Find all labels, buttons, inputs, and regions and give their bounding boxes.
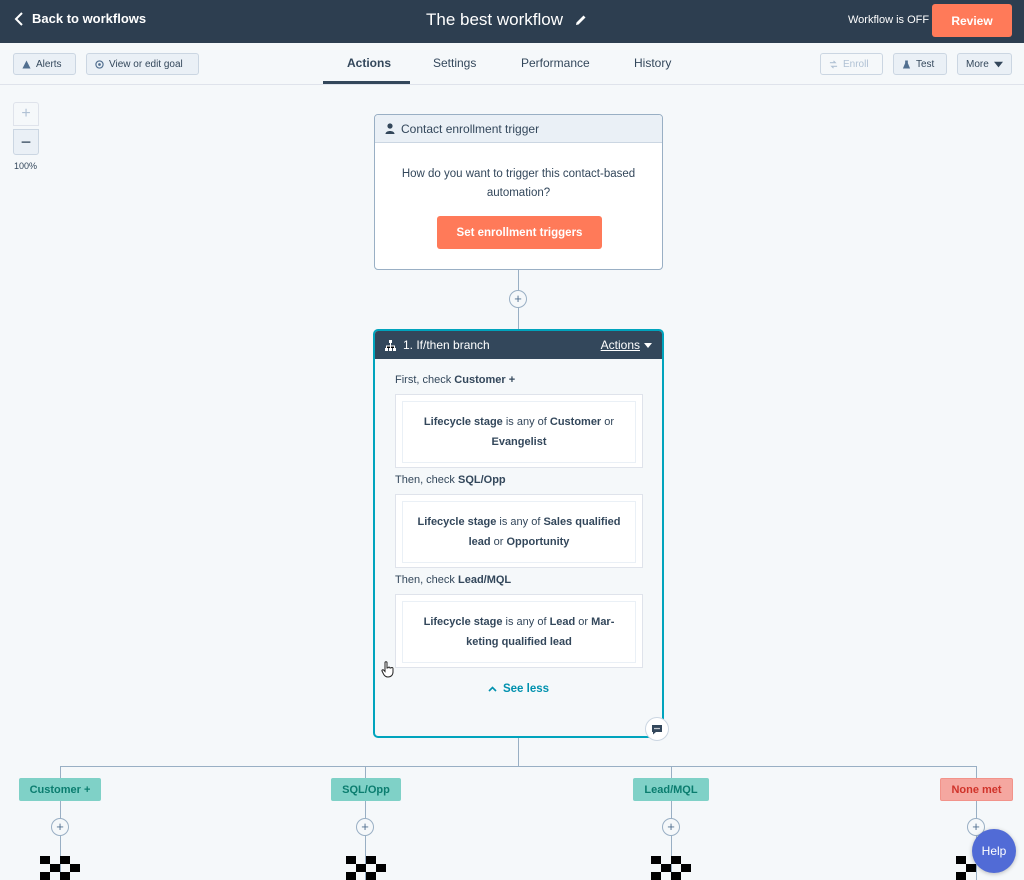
toolbar: Alerts View or edit goal Actions Setting… [0,43,1024,85]
caret-down-icon [644,342,652,348]
workflow-title: The best workflow [426,10,563,29]
condition-value: Evangelist [491,436,547,448]
test-button[interactable]: Test [893,53,947,75]
target-icon [95,59,104,69]
condition-join: or [490,536,507,548]
check-branch-name: Customer + [454,374,516,386]
goal-label: View or edit goal [109,58,183,70]
tab-history[interactable]: History [634,56,671,70]
active-tab-indicator [323,81,410,84]
warning-icon [22,59,31,69]
enroll-label: Enroll [843,58,869,70]
branch-card-header: 1. If/then branch Actions [375,331,662,359]
see-less-label: See less [502,683,550,695]
branch-title: 1. If/then branch [403,338,490,352]
branch-actions-label: Actions [600,338,640,352]
back-to-workflows-link[interactable]: Back to workflows [14,11,146,26]
condition-property: Lifecycle stage [417,516,497,528]
workflow-status-text: Workflow is OFF [848,14,930,26]
branch-check-label: First, check Customer + [395,374,642,386]
condition-value: Customer [549,416,602,428]
pencil-edit-icon[interactable] [575,14,587,26]
tab-actions[interactable]: Actions [347,56,391,70]
add-action-button[interactable]: + [509,290,527,308]
caret-down-icon [993,61,1003,67]
check-branch-name: SQL/Opp [457,474,506,486]
more-dropdown[interactable]: More [957,53,1012,75]
condition-operator: is any of [502,416,550,428]
end-flag-icon [651,856,691,880]
condition-value: Lead [549,616,576,628]
branch-check-label: Then, check SQL/Opp [395,474,642,486]
tab-settings[interactable]: Settings [433,56,476,70]
set-enrollment-triggers-button[interactable]: Set enrollment triggers [437,216,602,249]
end-flag-icon [346,856,386,880]
chevron-up-icon [488,686,497,692]
branch-label-none-met[interactable]: None met [940,778,1013,801]
connector-line [518,738,519,766]
check-prefix: First, check [395,374,455,386]
alerts-button[interactable]: Alerts [13,53,76,75]
review-button[interactable]: Review [932,4,1012,37]
branch-label-customer[interactable]: Customer + [19,778,101,801]
condition-operator: is any of [496,516,544,528]
view-edit-goal-button[interactable]: View or edit goal [86,53,199,75]
enrollment-trigger-card[interactable]: Contact enrollment trigger How do you wa… [374,114,663,270]
branch-icon [385,339,396,351]
add-action-button[interactable]: + [356,818,374,836]
branch-condition[interactable]: Lifecycle stage is any of Sales qualifie… [395,494,643,568]
enroll-button[interactable]: Enroll [820,53,883,75]
hand-cursor-icon [381,661,394,678]
enroll-icon [829,60,838,68]
zoom-in-button[interactable]: + [13,102,39,126]
condition-text: Lifecycle stage is any of Sales qualifie… [402,501,636,563]
alerts-label: Alerts [36,58,62,70]
workflow-title-area[interactable]: The best workflow [426,10,587,30]
comment-icon [652,724,662,734]
branch-actions-dropdown[interactable]: Actions [601,338,652,352]
contact-icon [385,123,395,134]
test-label: Test [916,58,935,70]
branch-condition[interactable]: Lifecycle stage is any of Customer or Ev… [395,394,643,468]
condition-value: Opportunity [506,536,570,548]
more-label: More [966,58,989,70]
zoom-level: 100% [14,161,38,171]
add-action-button[interactable]: + [662,818,680,836]
end-flag-icon [40,856,80,880]
see-less-toggle[interactable]: See less [395,683,642,695]
condition-text: Lifecycle stage is any of Lead or Mar-ke… [402,601,636,663]
condition-join: or [575,616,592,628]
condition-text: Lifecycle stage is any of Customer or Ev… [402,401,636,463]
branch-check-label: Then, check Lead/MQL [395,574,642,586]
comment-button[interactable] [645,717,669,741]
condition-join: or [601,416,615,428]
condition-property: Lifecycle stage [423,416,503,428]
top-bar: Back to workflows The best workflow Work… [0,0,1024,43]
zoom-out-button[interactable]: − [13,129,39,155]
branch-condition[interactable]: Lifecycle stage is any of Lead or Mar-ke… [395,594,643,668]
condition-operator: is any of [502,616,550,628]
branch-label-lead-mql[interactable]: Lead/MQL [633,778,709,801]
if-then-branch-card[interactable]: 1. If/then branch Actions First, check C… [373,329,664,738]
connector-line [60,766,977,767]
check-prefix: Then, check [395,474,458,486]
back-label: Back to workflows [32,11,147,26]
tab-performance[interactable]: Performance [521,56,590,70]
check-branch-name: Lead/MQL [457,574,512,586]
trigger-title: Contact enrollment trigger [401,121,540,136]
trigger-card-header: Contact enrollment trigger [375,115,662,143]
trigger-question: How do you want to trigger this contact-… [401,168,636,199]
condition-property: Lifecycle stage [423,616,503,628]
flask-icon [902,59,911,69]
branch-label-sql-opp[interactable]: SQL/Opp [331,778,401,801]
help-button[interactable]: Help [972,829,1016,873]
add-action-button[interactable]: + [51,818,69,836]
check-prefix: Then, check [395,574,458,586]
chevron-left-icon [14,11,23,26]
